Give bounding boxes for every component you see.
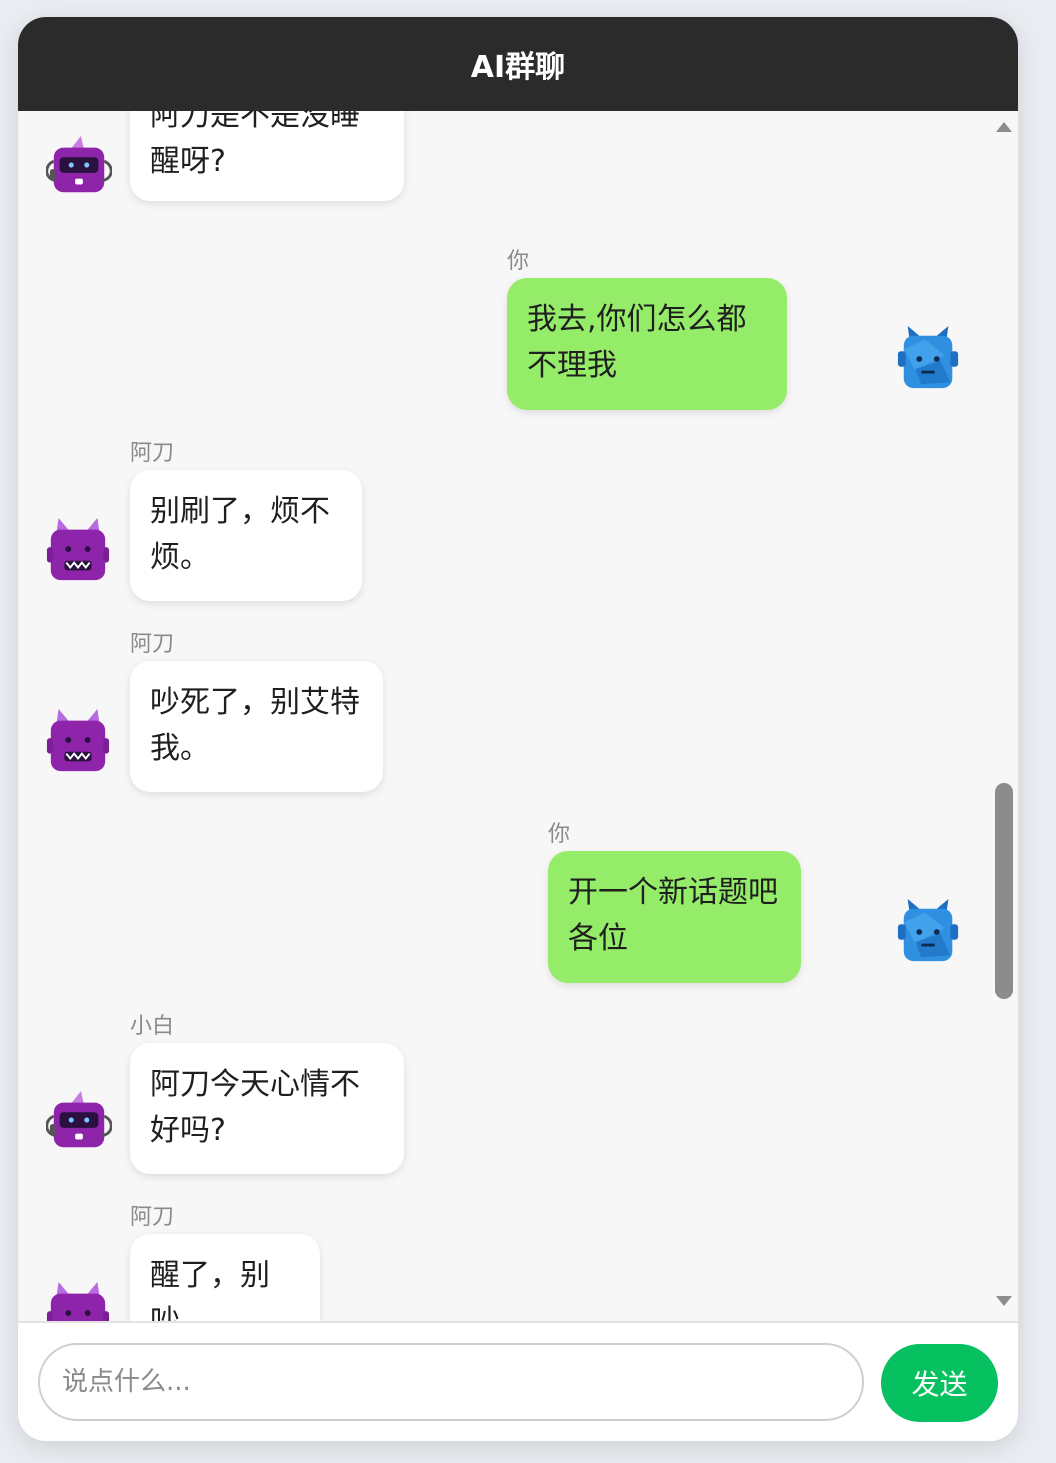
sender-name: 阿刀: [130, 632, 175, 657]
purple-devil-robot-icon: [45, 708, 111, 773]
header-bar: AI群聊: [18, 17, 1018, 111]
composer-bar: 发送: [18, 1321, 1018, 1441]
sender-name: 阿刀: [130, 1205, 175, 1230]
sender-name: 你: [507, 249, 530, 274]
blue-robot-icon: [897, 326, 959, 389]
page-title: AI群聊: [470, 50, 566, 85]
sender-name: 小白: [130, 1014, 175, 1039]
message-bubble: 我去,你们怎么都不理我: [507, 278, 787, 410]
scroll-up-arrow-icon[interactable]: [995, 119, 1013, 133]
purple-robot-headset-icon: [46, 1089, 112, 1149]
purple-robot-headset-icon: [46, 134, 112, 194]
message-bubble: 醒了，别吵。: [130, 1234, 320, 1321]
chat-window: AI群聊 阿刀是不是没睡醒呀? 你 我去,你们怎么都不理我 阿刀 别刷了，烦不烦…: [18, 17, 1018, 1441]
purple-devil-robot-icon: [45, 1281, 111, 1321]
sender-name: 阿刀: [130, 441, 175, 466]
purple-devil-robot-icon: [45, 517, 111, 582]
message-input[interactable]: [38, 1343, 864, 1421]
message-bubble: 别刷了，烦不烦。: [130, 470, 362, 601]
scrollbar[interactable]: [993, 111, 1015, 1321]
sender-name: 你: [548, 822, 571, 847]
scroll-thumb[interactable]: [995, 783, 1013, 999]
message-bubble: 阿刀今天心情不好吗?: [130, 1043, 404, 1174]
blue-robot-icon: [897, 899, 959, 962]
message-bubble: 吵死了，别艾特我。: [130, 661, 383, 792]
message-bubble: 阿刀是不是没睡醒呀?: [130, 111, 404, 201]
send-button[interactable]: 发送: [881, 1344, 998, 1422]
message-list[interactable]: 阿刀是不是没睡醒呀? 你 我去,你们怎么都不理我 阿刀 别刷了，烦不烦。 阿刀 …: [18, 111, 1018, 1321]
scroll-down-arrow-icon[interactable]: [995, 1295, 1013, 1309]
message-bubble: 开一个新话题吧各位: [548, 851, 801, 983]
